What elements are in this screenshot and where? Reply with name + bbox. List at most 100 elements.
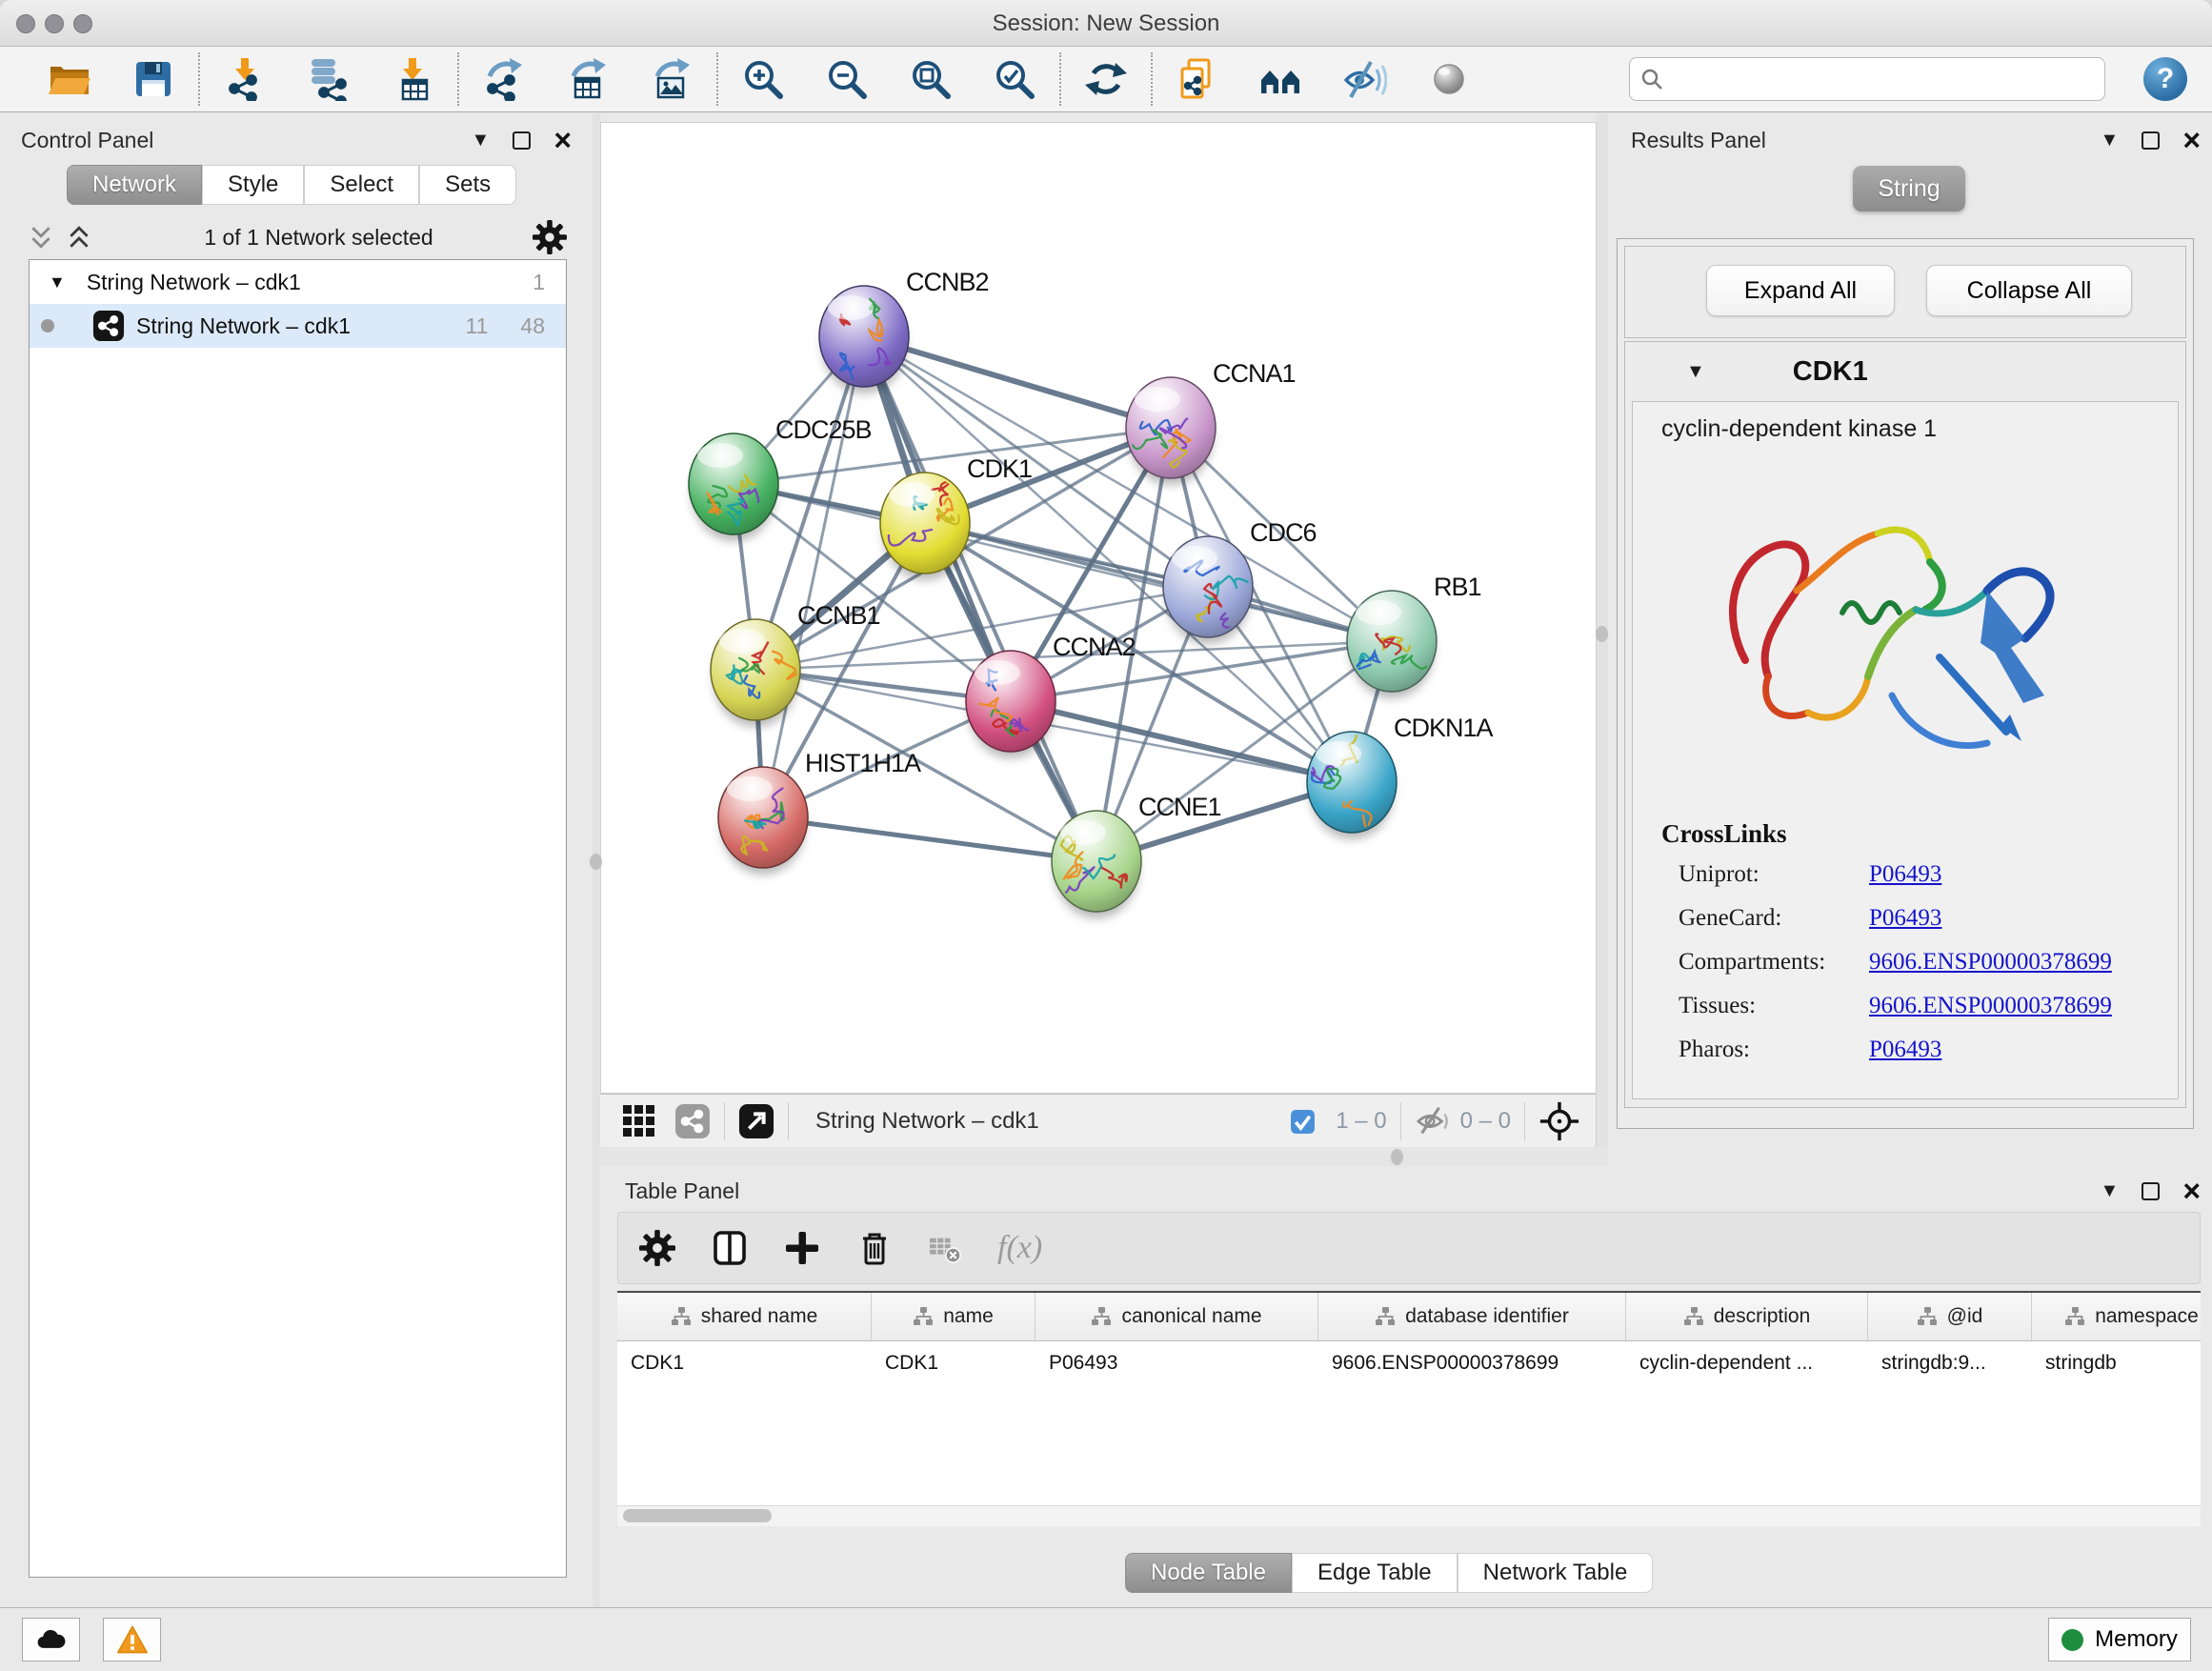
table-cell[interactable]: 9606.ENSP00000378699 [1318,1352,1626,1375]
tab-edge-table[interactable]: Edge Table [1292,1553,1458,1593]
float-panel-icon[interactable] [513,131,531,150]
panel-menu-icon[interactable]: ▼ [2101,130,2120,151]
crosslink-link[interactable]: P06493 [1869,1037,1941,1080]
network-grid-view-icon[interactable] [621,1103,657,1139]
disclosure-triangle-icon[interactable]: ▼ [49,272,66,292]
export-network-icon[interactable] [482,57,526,101]
close-panel-icon[interactable]: × [553,131,572,150]
expand-all-button[interactable]: Expand All [1706,265,1895,316]
network-node-cdc25b[interactable] [689,433,778,541]
crosslink-link[interactable]: 9606.ENSP00000378699 [1869,949,2112,993]
export-image-icon[interactable] [650,57,694,101]
open-in-new-window-icon[interactable] [738,1103,774,1139]
column-header--id[interactable]: @id [1868,1293,2032,1340]
panel-menu-icon[interactable]: ▼ [2101,1180,2120,1202]
network-node-ccna1[interactable] [1126,377,1216,485]
tab-select[interactable]: Select [304,165,419,205]
column-header-shared-name[interactable]: shared name [617,1293,872,1340]
crosslink-link[interactable]: P06493 [1869,861,1941,905]
import-table-file-icon[interactable] [391,57,434,101]
scrollbar-thumb[interactable] [623,1509,772,1522]
table-settings-gear-icon[interactable] [639,1230,675,1266]
expand-all-icon[interactable] [67,225,91,250]
table-cell[interactable]: stringdb:9... [1868,1352,2032,1375]
float-panel-icon[interactable] [2142,131,2160,150]
export-table-icon[interactable] [566,57,610,101]
network-node-ccne1[interactable] [1052,811,1141,918]
splitter-handle[interactable] [1391,1149,1403,1165]
table-row[interactable]: CDK1CDK1P064939606.ENSP00000378699cyclin… [617,1341,2201,1384]
close-panel-icon[interactable]: × [2182,131,2201,150]
crosslink-label: Compartments: [1679,949,1869,993]
open-session-icon[interactable] [48,57,91,101]
network-canvas[interactable]: CCNB2CCNA1CDC25BCDK1CDC6RB1CCNB1CCNA2CDK… [600,122,1597,1094]
add-column-icon[interactable] [784,1230,820,1266]
search-input[interactable] [1629,57,2105,101]
collapse-entry-icon[interactable]: ▼ [1686,361,1705,383]
save-session-icon[interactable] [131,57,175,101]
cloud-status-button[interactable] [22,1618,80,1661]
tab-node-table[interactable]: Node Table [1125,1553,1292,1593]
column-header-database-identifier[interactable]: database identifier [1318,1293,1626,1340]
table-cell[interactable]: stringdb [2032,1352,2201,1375]
show-graphics-details-icon[interactable] [1427,57,1471,101]
float-panel-icon[interactable] [2142,1182,2160,1200]
network-node-cdkn1a[interactable] [1301,731,1397,839]
splitter-handle[interactable] [1596,626,1608,642]
table-cell[interactable]: CDK1 [872,1352,1036,1375]
network-collection-label: String Network – cdk1 [87,270,301,295]
network-node-cdk1[interactable] [880,473,970,580]
import-network-file-icon[interactable] [223,57,267,101]
toolbar-group [1153,57,1494,101]
collapse-all-button[interactable]: Collapse All [1926,265,2132,316]
close-panel-icon[interactable]: × [2182,1181,2201,1200]
delete-column-trash-icon[interactable] [856,1230,893,1266]
tab-style[interactable]: Style [202,165,304,205]
string-view-icon[interactable] [674,1103,711,1139]
help-button[interactable]: ? [2143,57,2187,101]
clone-network-icon[interactable] [1176,57,1219,101]
tab-network[interactable]: Network [67,165,202,205]
column-header-name[interactable]: name [872,1293,1036,1340]
results-panel-title: Results Panel [1631,128,1766,153]
column-header-canonical-name[interactable]: canonical name [1036,1293,1318,1340]
crosslink-link[interactable]: P06493 [1869,905,1941,949]
network-tree-row[interactable]: ▼String Network – cdk11 [30,260,566,304]
tab-sets[interactable]: Sets [419,165,516,205]
zoom-fit-icon[interactable] [909,57,953,101]
network-node-hist1h1a[interactable] [718,767,808,875]
import-network-database-icon[interactable] [307,57,351,101]
network-tree-row[interactable]: String Network – cdk11148 [30,304,566,348]
column-header-description[interactable]: description [1626,1293,1868,1340]
hide-graphics-details-icon[interactable] [1343,57,1387,101]
table-cell[interactable]: cyclin-dependent ... [1626,1352,1868,1375]
memory-button[interactable]: Memory [2048,1618,2191,1661]
selected-checkbox-icon[interactable] [1290,1103,1326,1139]
splitter-handle[interactable] [590,854,602,870]
tab-network-table[interactable]: Network Table [1458,1553,1654,1593]
table-horizontal-scrollbar[interactable] [617,1505,2201,1526]
collapse-all-icon[interactable] [29,225,53,250]
fit-selected-crosshair-icon[interactable] [1538,1100,1580,1142]
network-options-gear-icon[interactable] [533,220,567,254]
table-cell[interactable]: P06493 [1036,1352,1318,1375]
apply-layout-icon[interactable] [1084,57,1128,101]
network-node-ccna2[interactable] [966,651,1056,758]
crosslink-link[interactable]: 9606.ENSP00000378699 [1869,993,2112,1037]
network-node-rb1[interactable] [1347,591,1437,698]
first-neighbors-icon[interactable] [1259,57,1303,101]
control-panel-tabs: NetworkStyleSelectSets [67,165,516,205]
tab-string[interactable]: String [1853,166,1965,211]
manage-columns-icon[interactable] [712,1230,748,1266]
network-node-ccnb2[interactable] [819,286,909,393]
network-node-ccnb1[interactable] [711,619,800,727]
table-cell[interactable]: CDK1 [617,1352,872,1375]
zoom-out-icon[interactable] [825,57,869,101]
zoom-selected-icon[interactable] [993,57,1036,101]
network-selection-status: 1 of 1 Network selected [105,225,533,251]
column-header-namespace[interactable]: namespace [2032,1293,2201,1340]
network-node-cdc6[interactable] [1163,536,1253,644]
zoom-in-icon[interactable] [741,57,785,101]
panel-menu-icon[interactable]: ▼ [472,130,491,151]
warnings-button[interactable] [103,1618,161,1661]
